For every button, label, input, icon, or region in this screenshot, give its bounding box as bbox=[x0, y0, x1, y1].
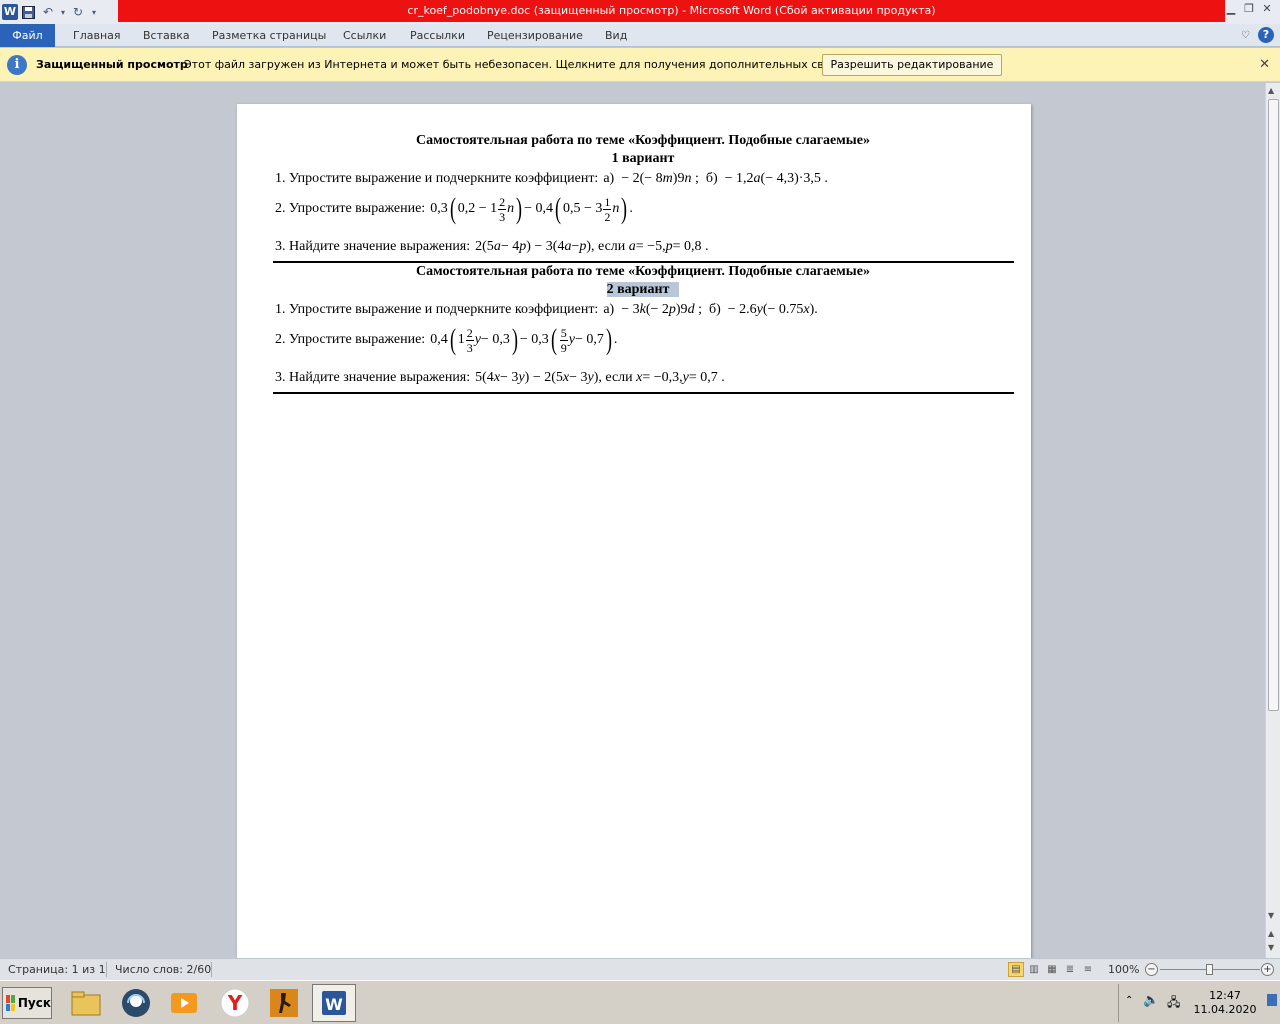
info-icon: i bbox=[7, 55, 27, 75]
previous-page-icon[interactable]: ▲ bbox=[1268, 929, 1274, 938]
protected-view-title: Защищенный просмотр bbox=[36, 58, 188, 71]
variant1-task2: 2. Упростите выражение: 0,3(0,2 − 1 2 3 n) −… bbox=[275, 194, 633, 224]
divider bbox=[273, 261, 1014, 263]
task-expression: 0,4(1 2 3 y − 0,3) − 0,3(5 9 y − 0,7). bbox=[430, 323, 618, 356]
tab-insert[interactable]: Вставка bbox=[139, 24, 194, 47]
tab-mailings[interactable]: Рассылки bbox=[406, 24, 469, 47]
variant2-task1: 1. Упростите выражение и подчеркните коэ… bbox=[275, 302, 818, 318]
tab-page-layout[interactable]: Разметка страницы bbox=[208, 24, 330, 47]
help-icon[interactable]: ? bbox=[1258, 27, 1274, 43]
ribbon-right-controls: ♡ ? bbox=[1241, 27, 1274, 43]
windows-logo-icon bbox=[6, 995, 15, 1011]
next-page-icon[interactable]: ▼ bbox=[1268, 943, 1274, 952]
task-label: 2. Упростите выражение: bbox=[275, 332, 426, 347]
outline-view-icon[interactable]: ≣ bbox=[1062, 962, 1078, 977]
ribbon-tabs: Файл Главная Вставка Разметка страницы С… bbox=[0, 24, 1280, 47]
separator bbox=[106, 962, 107, 977]
variant1-title: 1 вариант bbox=[611, 151, 675, 166]
media-player-icon[interactable] bbox=[162, 984, 206, 1022]
variant2-title: 2 вариант bbox=[273, 282, 1013, 298]
zoom-level[interactable]: 100% bbox=[1108, 963, 1139, 976]
tab-home[interactable]: Главная bbox=[69, 24, 125, 47]
save-icon[interactable] bbox=[18, 2, 38, 22]
draft-view-icon[interactable]: ≡ bbox=[1080, 962, 1096, 977]
undo-icon[interactable]: ↶ bbox=[38, 2, 58, 22]
task-expression: 0,3(0,2 − 1 2 3 n) − 0,4(0,5 − 3 1 2 n). bbox=[430, 192, 633, 225]
clock-time: 12:47 bbox=[1209, 989, 1241, 1002]
window-title: cr_koef_podobnye.doc (защищенный просмот… bbox=[118, 0, 1225, 22]
task-expression: 2(5 a − 4 p) − 3(4 a − p), если a = −5, p =… bbox=[475, 239, 709, 254]
scroll-up-icon[interactable]: ▲ bbox=[1268, 86, 1274, 95]
task-label: 1. Упростите выражение и подчеркните коэ… bbox=[275, 302, 599, 317]
window-controls: ▁ ❐ ✕ bbox=[1224, 2, 1274, 16]
word-app-icon[interactable]: W bbox=[2, 4, 18, 20]
zoom-out-icon[interactable]: − bbox=[1145, 963, 1158, 976]
tab-file[interactable]: Файл bbox=[0, 24, 55, 47]
minimize-icon[interactable]: ▁ bbox=[1224, 2, 1238, 16]
game-shortcut-icon[interactable] bbox=[262, 984, 306, 1022]
minimize-ribbon-icon[interactable]: ♡ bbox=[1241, 30, 1250, 41]
restore-icon[interactable]: ❐ bbox=[1242, 2, 1256, 16]
task-label: 2. Упростите выражение: bbox=[275, 201, 426, 216]
variant2-heading: Самостоятельная работа по теме «Коэффици… bbox=[416, 264, 870, 279]
customize-qat-icon[interactable]: ▾ bbox=[88, 2, 100, 22]
variant1-task3: 3. Найдите значение выражения: 2(5 a − 4p… bbox=[275, 239, 708, 255]
close-icon[interactable]: ✕ bbox=[1260, 2, 1274, 16]
svg-text:W: W bbox=[325, 995, 343, 1014]
start-label: Пуск bbox=[17, 996, 51, 1010]
yandex-browser-icon[interactable]: Y bbox=[213, 984, 257, 1022]
selected-text[interactable]: 2 вариант bbox=[606, 282, 680, 297]
status-bar: Страница: 1 из 1 Число слов: 2/60 ▤ ▥ ▦ … bbox=[0, 958, 1280, 980]
scroll-down-icon[interactable]: ▼ bbox=[1268, 911, 1274, 920]
full-screen-reading-icon[interactable]: ▥ bbox=[1026, 962, 1042, 977]
separator bbox=[211, 962, 212, 977]
volume-icon[interactable]: 🔈 bbox=[1143, 993, 1159, 1008]
taskbar-clock[interactable]: 12:47 11.04.2020 bbox=[1190, 989, 1260, 1017]
task-expression: а) − 3 k (− 2 p)9 d ; б) − 2.6 y (− 0.75 x). bbox=[603, 302, 818, 317]
support-agent-icon[interactable] bbox=[114, 984, 158, 1022]
task-expression: а) − 2(− 8 m)9 n ; б) − 1,2 a (− 4,3)·3,5 . bbox=[603, 171, 828, 186]
vertical-scrollbar[interactable]: ▲ ▼ ▲ ▼ bbox=[1265, 83, 1280, 958]
enable-editing-button[interactable]: Разрешить редактирование bbox=[822, 54, 1002, 76]
word-count[interactable]: Число слов: 2/60 bbox=[115, 963, 211, 976]
task-label: 3. Найдите значение выражения: bbox=[275, 370, 471, 385]
print-layout-view-icon[interactable]: ▤ bbox=[1008, 962, 1024, 977]
svg-text:Y: Y bbox=[227, 991, 243, 1015]
network-icon[interactable]: 🖧 bbox=[1167, 993, 1180, 1014]
variant2-task2: 2. Упростите выражение: 0,4(1 2 3 y − 0,3) −… bbox=[275, 325, 617, 355]
show-desktop-icon[interactable] bbox=[1267, 994, 1277, 1006]
task-label: 1. Упростите выражение и подчеркните коэ… bbox=[275, 171, 599, 186]
protected-view-bar: i Защищенный просмотр Этот файл загружен… bbox=[0, 48, 1280, 82]
undo-dropdown-icon[interactable]: ▾ bbox=[58, 2, 68, 22]
zoom-in-icon[interactable]: + bbox=[1261, 963, 1274, 976]
show-hidden-icons-icon[interactable]: ⌃ bbox=[1125, 995, 1133, 1006]
quick-access-toolbar: W ↶ ▾ ↻ ▾ bbox=[0, 2, 100, 22]
zoom-slider-thumb[interactable] bbox=[1206, 964, 1213, 975]
divider bbox=[273, 392, 1014, 394]
variant1-heading: Самостоятельная работа по теме «Коэффици… bbox=[416, 133, 870, 148]
redo-icon[interactable]: ↻ bbox=[68, 2, 88, 22]
title-bar: W ↶ ▾ ↻ ▾ cr_koef_podobnye.doc (защищенн… bbox=[0, 0, 1280, 24]
tab-view[interactable]: Вид bbox=[601, 24, 631, 47]
scrollbar-thumb[interactable] bbox=[1268, 99, 1279, 711]
task-expression: 5(4 x − 3 y) − 2(5 x − 3 y), если x = −0,3, … bbox=[475, 370, 725, 385]
web-layout-icon[interactable]: ▦ bbox=[1044, 962, 1060, 977]
taskbar: Пуск Y W ⌃ 🔈 🖧 12:47 11.04.2020 bbox=[0, 980, 1280, 1024]
start-button[interactable]: Пуск bbox=[2, 987, 52, 1019]
tab-review[interactable]: Рецензирование bbox=[483, 24, 587, 47]
protected-view-message[interactable]: Этот файл загружен из Интернета и может … bbox=[184, 58, 870, 71]
tab-references[interactable]: Ссылки bbox=[339, 24, 390, 47]
variant2-task3: 3. Найдите значение выражения: 5(4 x − 3y… bbox=[275, 370, 725, 386]
clock-date: 11.04.2020 bbox=[1193, 1003, 1257, 1016]
word-taskbar-button[interactable]: W bbox=[312, 984, 356, 1022]
page-counter[interactable]: Страница: 1 из 1 bbox=[8, 963, 106, 976]
close-icon[interactable]: ✕ bbox=[1259, 57, 1270, 72]
file-explorer-icon[interactable] bbox=[64, 984, 108, 1022]
document-page[interactable]: Самостоятельная работа по теме «Коэффици… bbox=[237, 104, 1031, 964]
variant1-task1: 1. Упростите выражение и подчеркните коэ… bbox=[275, 171, 828, 187]
task-label: 3. Найдите значение выражения: bbox=[275, 239, 471, 254]
